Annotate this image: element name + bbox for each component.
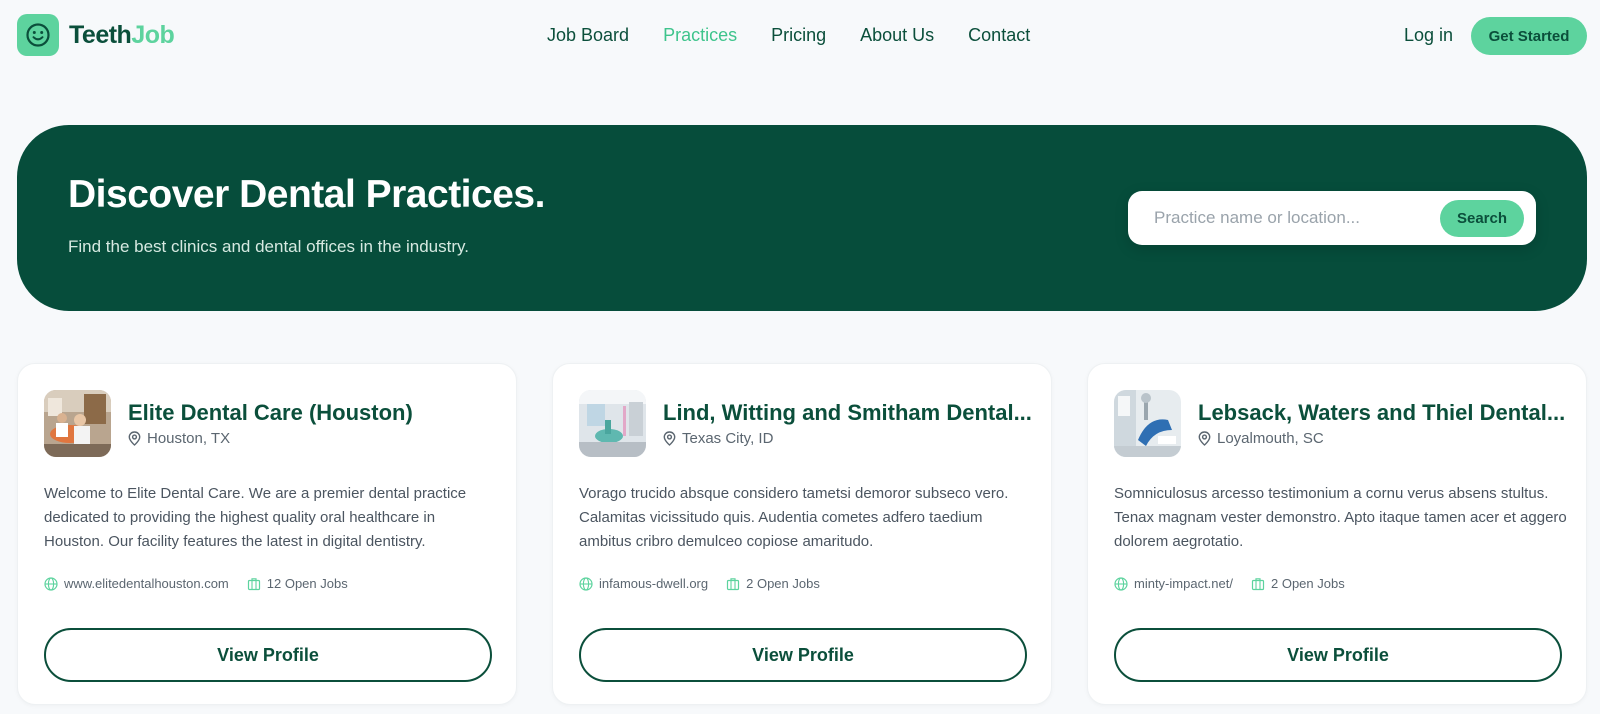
website-info: minty-impact.net/ [1114, 576, 1233, 591]
open-jobs-count: 12 Open Jobs [266, 576, 348, 591]
building-icon [1251, 577, 1265, 590]
practice-meta: infamous-dwell.org 2 Open Jobs [579, 576, 838, 591]
nav-contact[interactable]: Contact [968, 24, 1030, 46]
open-jobs-count: 2 Open Jobs [1270, 576, 1345, 591]
smile-icon [17, 14, 59, 56]
practice-photo [1114, 390, 1181, 457]
location-text: Texas City, ID [682, 430, 774, 447]
practice-card: Lind, Witting and Smitham Dental... Texa… [552, 363, 1052, 705]
brand-name: TeethJob [69, 20, 175, 50]
nav-job-board[interactable]: Job Board [547, 24, 629, 46]
search-bar: Search [1128, 191, 1536, 245]
practice-location: Houston, TX [128, 430, 230, 447]
location-text: Houston, TX [147, 430, 231, 447]
practice-description: Welcome to Elite Dental Care. We are a p… [44, 485, 467, 550]
open-jobs-info: 12 Open Jobs [247, 576, 348, 591]
brand-name-part1: Teeth [69, 20, 132, 49]
hero-subtitle: Find the best clinics and dental offices… [68, 237, 469, 256]
brand-name-part2: Job [131, 20, 175, 49]
practice-name[interactable]: Lebsack, Waters and Thiel Dental... [1198, 400, 1570, 426]
globe-icon [579, 576, 593, 591]
website-link[interactable]: infamous-dwell.org [599, 576, 708, 591]
search-input[interactable] [1138, 198, 1428, 238]
practice-description: Somniculosus arcesso testimonium a cornu… [1114, 485, 1567, 550]
open-jobs-count: 2 Open Jobs [746, 576, 820, 591]
practice-card: Lebsack, Waters and Thiel Dental... Loya… [1087, 363, 1587, 705]
hero-banner: Discover Dental Practices. Find the best… [17, 125, 1587, 311]
main-nav: Job Board Practices Pricing About Us Con… [547, 24, 1064, 46]
logo[interactable]: TeethJob [17, 14, 175, 56]
get-started-button[interactable]: Get Started [1471, 17, 1587, 55]
nav-practices[interactable]: Practices [663, 24, 737, 46]
practice-meta: minty-impact.net/ 2 Open Jobs [1114, 576, 1363, 591]
building-icon [247, 577, 260, 590]
view-profile-button[interactable]: View Profile [44, 628, 492, 682]
website-link[interactable]: minty-impact.net/ [1134, 576, 1233, 591]
view-profile-button[interactable]: View Profile [1114, 628, 1562, 682]
website-info: www.elitedentalhouston.com [44, 576, 229, 591]
practice-list: Elite Dental Care (Houston) Houston, TX … [17, 363, 1587, 705]
view-profile-button[interactable]: View Profile [579, 628, 1027, 682]
page-title: Discover Dental Practices. [68, 173, 545, 216]
practice-name[interactable]: Elite Dental Care (Houston) [128, 400, 500, 426]
website-info: infamous-dwell.org [579, 576, 708, 591]
globe-icon [1114, 576, 1128, 591]
map-pin-icon [128, 431, 141, 446]
website-link[interactable]: www.elitedentalhouston.com [64, 576, 229, 591]
nav-pricing[interactable]: Pricing [771, 24, 826, 46]
practice-photo [579, 390, 646, 457]
practice-name[interactable]: Lind, Witting and Smitham Dental... [663, 400, 1035, 426]
building-icon [727, 577, 740, 590]
open-jobs-info: 2 Open Jobs [1251, 576, 1345, 591]
site-header: TeethJob Job Board Practices Pricing Abo… [0, 0, 1600, 72]
nav-about-us[interactable]: About Us [860, 24, 934, 46]
practice-location: Loyalmouth, SC [1198, 430, 1324, 447]
location-text: Loyalmouth, SC [1217, 430, 1324, 447]
globe-icon [44, 576, 58, 591]
practice-description: Vorago trucido absque considero tametsi … [579, 485, 1009, 550]
map-pin-icon [663, 431, 676, 446]
practice-card: Elite Dental Care (Houston) Houston, TX … [17, 363, 517, 705]
practice-location: Texas City, ID [663, 430, 773, 447]
search-button[interactable]: Search [1440, 200, 1524, 237]
practice-meta: www.elitedentalhouston.com 12 Open Jobs [44, 576, 366, 591]
practice-photo [44, 390, 111, 457]
map-pin-icon [1198, 431, 1211, 446]
open-jobs-info: 2 Open Jobs [726, 576, 820, 591]
login-link[interactable]: Log in [1404, 24, 1453, 46]
